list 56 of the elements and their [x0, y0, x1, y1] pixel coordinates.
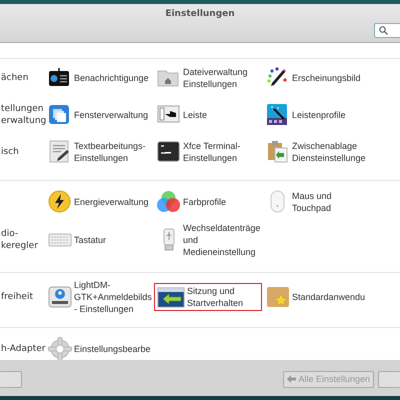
item-label: Benachrichtigunge [74, 72, 149, 84]
settings-item[interactable]: freiheit [0, 290, 44, 304]
item-label: Leistenprofile [292, 108, 346, 120]
settings-item[interactable]: Dateiverwaltung Einstellungen [154, 64, 262, 92]
settings-item[interactable]: Leiste [154, 100, 210, 128]
settings-item[interactable]: ächen [0, 70, 44, 84]
magic-wand-icon [266, 102, 290, 126]
settings-item[interactable]: Wechseldatenträge und Medieneinstellung [154, 220, 264, 260]
item-label: Energieverwaltung [74, 196, 149, 208]
item-label: Maus und Touchpad [292, 190, 333, 214]
settings-item[interactable]: Tastatur [45, 226, 110, 254]
user-badge-icon [48, 285, 72, 309]
clipboard-icon [266, 140, 290, 164]
item-label: Standardanwendu [292, 291, 366, 303]
settings-item[interactable]: dio- keregler [0, 227, 44, 253]
settings-item[interactable]: Fensterverwaltung [45, 100, 152, 128]
footer-button[interactable] [0, 370, 22, 388]
left-arrow-icon [287, 375, 296, 383]
settings-item[interactable]: Farbprofile [154, 188, 230, 216]
window-title: Einstellungen [165, 9, 235, 19]
item-label: LightDM-GTK+Anmeldebilds - Einstellungen [74, 279, 152, 315]
item-label: Zwischenablage Diensteinstellunge [292, 140, 367, 164]
settings-item[interactable]: Benachrichtigunge [45, 64, 152, 92]
item-label: Farbprofile [183, 196, 226, 208]
item-label: Fensterverwaltung [74, 108, 148, 120]
search-field[interactable] [374, 23, 400, 38]
item-label: Wechseldatenträge und Medieneinstellung [183, 222, 260, 258]
settings-item[interactable]: Maus und Touchpad [263, 188, 375, 216]
settings-item[interactable]: Xfce Terminal-Einstellungen [154, 138, 262, 166]
item-label: Leiste [183, 108, 208, 120]
settings-item[interactable]: Erscheinungsbild [263, 64, 364, 92]
settings-item[interactable]: Zwischenablage Diensteinstellunge [263, 138, 375, 166]
color-circles-icon [157, 190, 181, 214]
terminal-icon [157, 140, 181, 164]
item-label: Einstellungsbearbe [74, 342, 151, 354]
settings-item[interactable]: tellungen erwaltung [0, 102, 44, 128]
item-label: Dateiverwaltung Einstellungen [183, 66, 249, 90]
footer-button[interactable] [378, 370, 400, 388]
stacked-windows-icon [48, 102, 72, 126]
item-label: Textbearbeitungs-Einstellungen [74, 140, 147, 164]
settings-item[interactable]: Textbearbeitungs-Einstellungen [45, 138, 153, 166]
settings-item[interactable]: LightDM-GTK+Anmeldebilds - Einstellungen [45, 277, 155, 317]
item-label: Erscheinungsbild [292, 72, 361, 84]
settings-item[interactable]: Sitzung und Startverhalten [154, 283, 262, 311]
settings-item[interactable]: Leistenprofile [263, 100, 349, 128]
settings-item[interactable]: Energieverwaltung [45, 188, 152, 216]
settings-item[interactable]: Einstellungsbearbe [45, 334, 154, 362]
item-label: Xfce Terminal-Einstellungen [183, 140, 242, 164]
item-label: Tastatur [74, 234, 106, 246]
settings-item[interactable]: isch [0, 144, 44, 158]
settings-item[interactable]: h-Adapter [0, 342, 44, 356]
lightning-icon [48, 190, 72, 214]
text-editor-icon [48, 140, 72, 164]
settings-item[interactable]: Standardanwendu [263, 283, 368, 311]
item-label: Sitzung und Startverhalten [187, 285, 244, 309]
search-icon [379, 26, 388, 35]
